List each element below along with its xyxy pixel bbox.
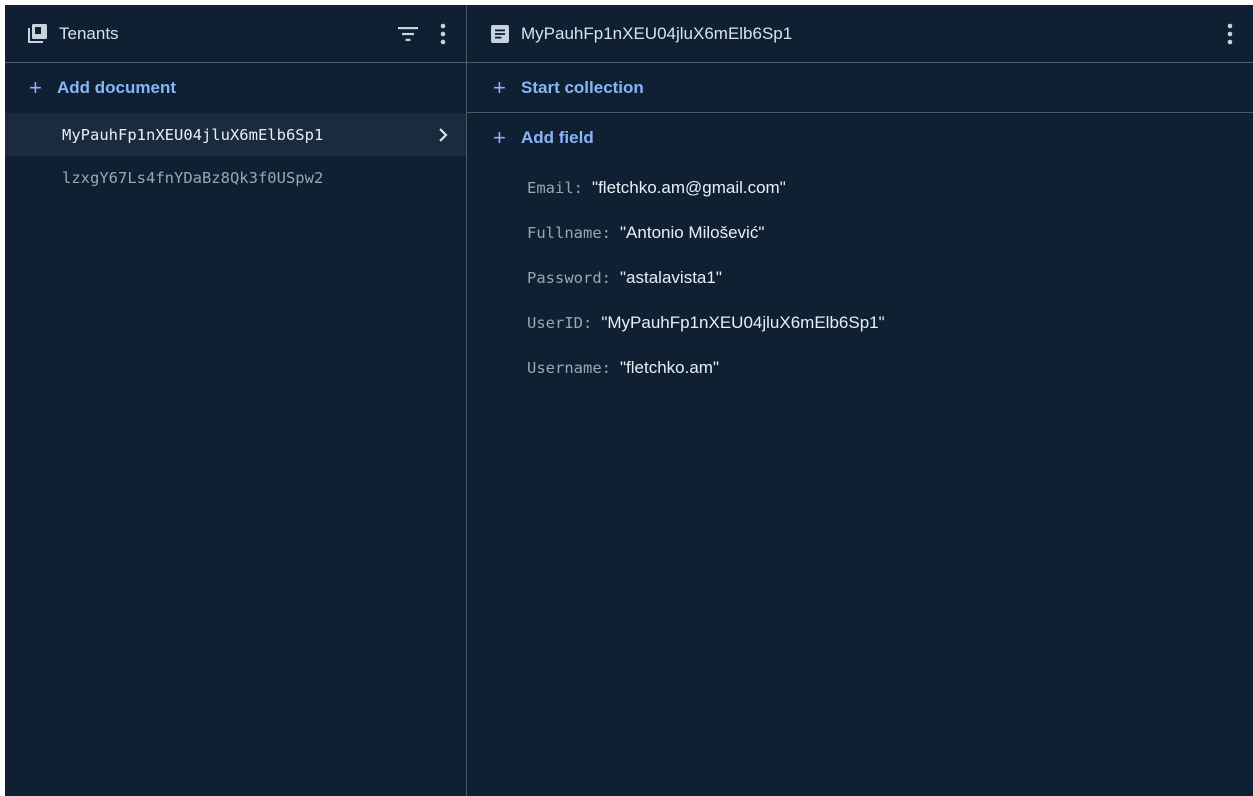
field-row[interactable]: Fullname: " Antonio Milošević " [467,210,1253,255]
plus-icon: + [493,74,506,100]
field-row[interactable]: Email: " fletchko.am@gmail.com " [467,165,1253,210]
document-icon [491,24,509,43]
field-row[interactable]: UserID: " MyPauhFp1nXEU04jluX6mElb6Sp1 " [467,300,1253,345]
field-row[interactable]: Password: " astalavista1 " [467,255,1253,300]
field-value: fletchko.am@gmail.com [598,177,780,197]
collection-panel: Tenants + Add document MyPauhFp1nXEU04jl… [5,5,467,796]
field-colon: : [601,358,611,377]
document-list-item[interactable]: MyPauhFp1nXEU04jluX6mElb6Sp1 [5,113,466,156]
field-value: Antonio Milošević [626,222,759,242]
plus-icon: + [29,75,42,100]
more-vert-icon[interactable] [1227,23,1233,45]
document-id: MyPauhFp1nXEU04jluX6mElb6Sp1 [62,125,324,144]
field-list: Email: " fletchko.am@gmail.com " Fullname:… [467,163,1253,390]
more-vert-icon[interactable] [440,23,446,45]
firestore-viewer: Tenants + Add document MyPauhFp1nXEU04jl… [5,5,1253,796]
start-collection-button[interactable]: + Start collection [467,63,1253,113]
field-value: fletchko.am [626,357,713,377]
field-value: astalavista1 [626,267,716,287]
start-collection-label: Start collection [521,77,644,97]
add-document-button[interactable]: + Add document [5,63,466,113]
quote: " [779,177,786,197]
field-row[interactable]: Username: " fletchko.am " [467,345,1253,390]
document-title: MyPauhFp1nXEU04jluX6mElb6Sp1 [521,23,793,43]
quote: " [758,222,765,242]
document-list-item[interactable]: lzxgY67Ls4fnYDaBz8Qk3f0USpw2 [5,156,466,199]
add-field-label: Add field [521,128,594,147]
document-header: MyPauhFp1nXEU04jluX6mElb6Sp1 [467,5,1253,63]
quote: " [712,357,720,377]
field-colon: : [573,178,584,197]
field-key: Fullname [527,223,602,242]
field-key: Email [527,178,574,197]
add-field-button[interactable]: + Add field [467,113,1253,163]
field-colon: : [601,223,611,242]
field-colon: : [601,268,611,287]
field-value: MyPauhFp1nXEU04jluX6mElb6Sp1 [607,312,879,332]
add-document-label: Add document [57,78,176,97]
document-id: lzxgY67Ls4fnYDaBz8Qk3f0USpw2 [62,168,324,187]
plus-icon: + [493,125,506,150]
quote: " [715,267,722,287]
collection-title: Tenants [59,23,119,43]
filter-icon[interactable] [398,26,418,41]
field-key: Password [527,268,602,287]
collection-icon [27,23,47,44]
field-colon: : [583,313,593,332]
field-key: Username [527,358,602,377]
collection-header: Tenants [5,5,466,63]
quote: " [878,312,885,332]
chevron-right-icon [438,127,448,143]
field-key: UserID [527,313,583,332]
document-panel: MyPauhFp1nXEU04jluX6mElb6Sp1 + Start col… [467,5,1253,796]
